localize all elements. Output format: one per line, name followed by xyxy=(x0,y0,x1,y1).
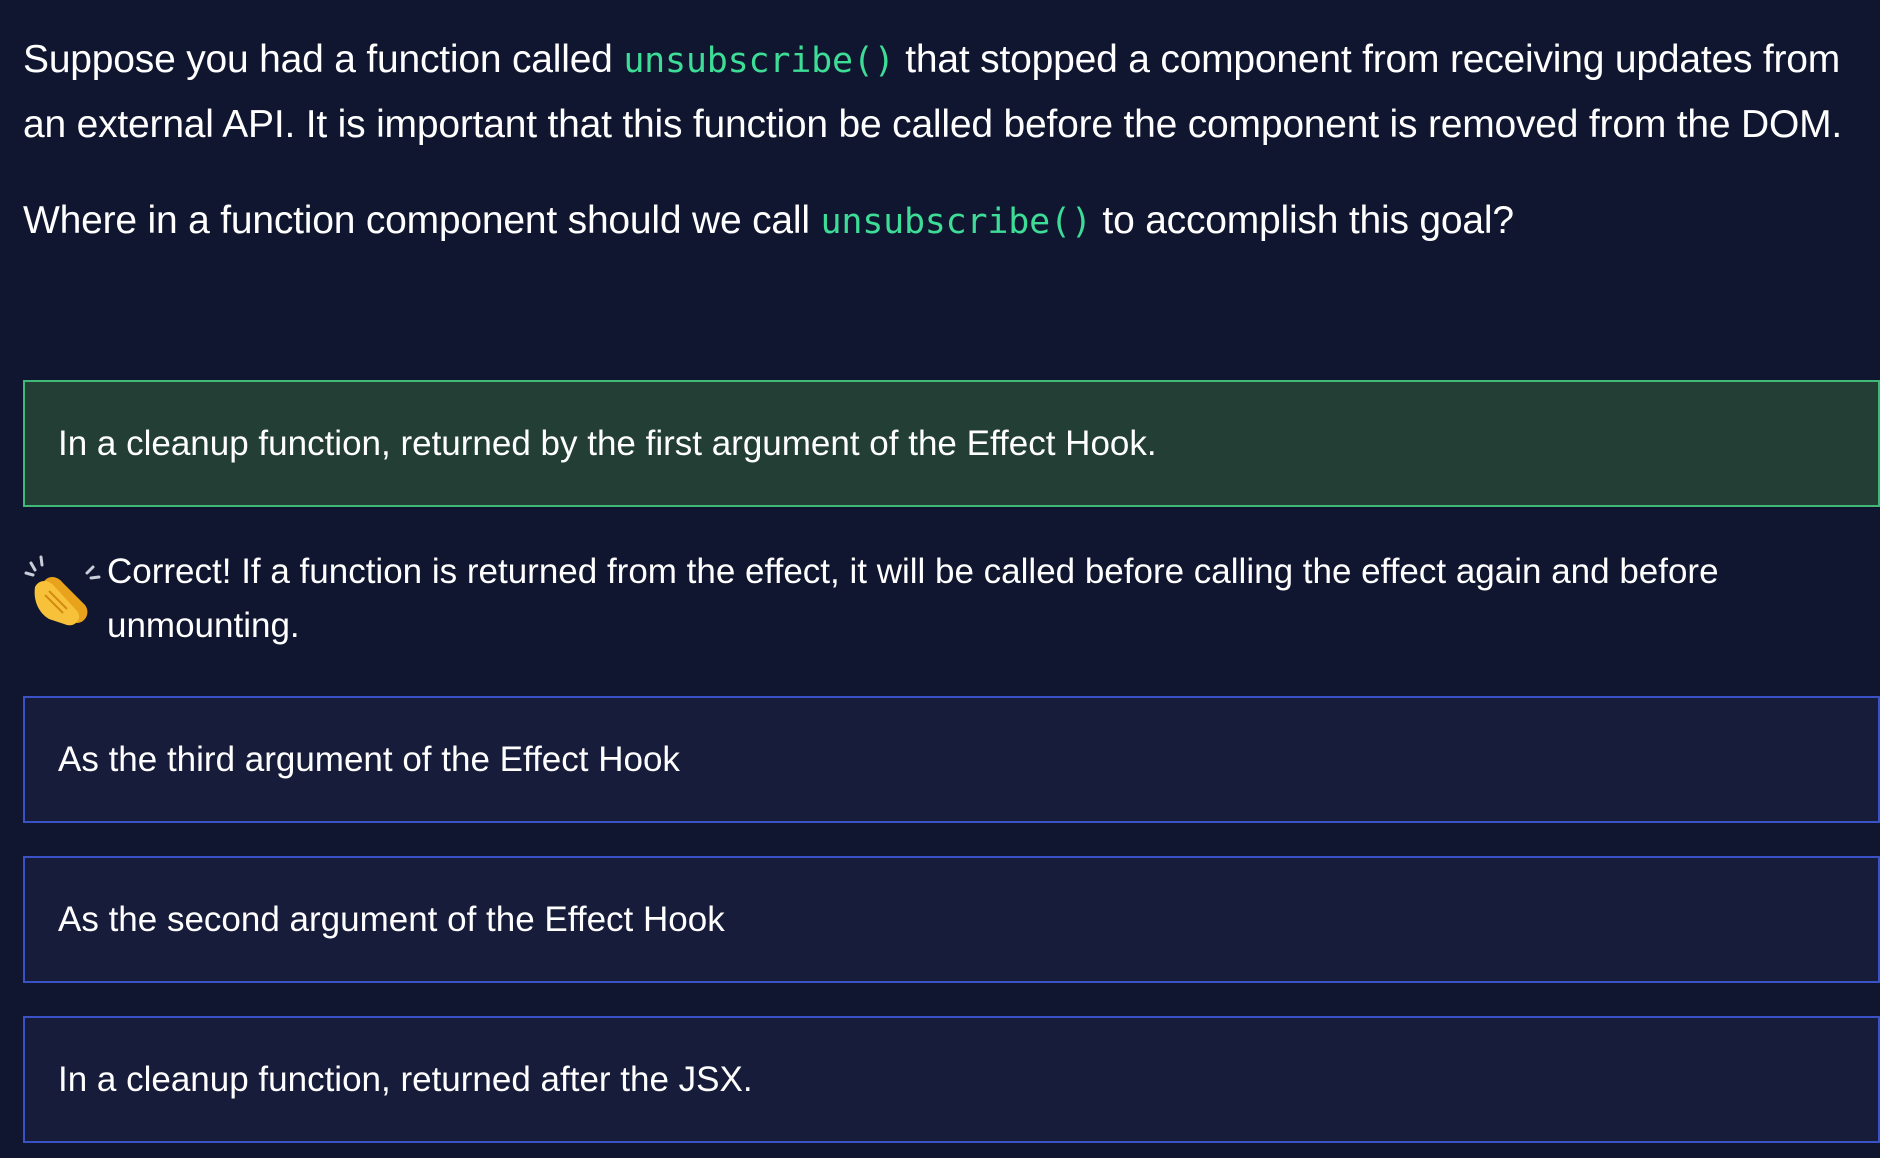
clapping-hands-icon xyxy=(24,555,101,626)
answer-option-label: As the second argument of the Effect Hoo… xyxy=(58,899,725,939)
question-prompt: Suppose you had a function called unsubs… xyxy=(23,28,1863,254)
feedback-text: Correct! If a function is returned from … xyxy=(107,552,1719,645)
answer-option[interactable]: As the second argument of the Effect Hoo… xyxy=(23,856,1880,983)
answer-option-label: In a cleanup function, returned after th… xyxy=(58,1059,753,1099)
question-text: to accomplish this goal? xyxy=(1091,199,1514,242)
question-text: Suppose you had a function called xyxy=(23,38,624,81)
question-paragraph-2: Where in a function component should we … xyxy=(23,189,1863,254)
answer-option[interactable]: As the third argument of the Effect Hook xyxy=(23,696,1880,823)
answer-option-correct[interactable]: In a cleanup function, returned by the f… xyxy=(23,380,1880,507)
inline-code: unsubscribe() xyxy=(623,41,895,81)
question-paragraph-1: Suppose you had a function called unsubs… xyxy=(23,28,1863,157)
inline-code: unsubscribe() xyxy=(820,202,1092,242)
question-text: Where in a function component should we … xyxy=(23,199,821,242)
answer-option-label: In a cleanup function, returned by the f… xyxy=(58,423,1157,463)
feedback-message: Correct! If a function is returned from … xyxy=(23,545,1853,653)
answer-option-label: As the third argument of the Effect Hook xyxy=(58,739,680,779)
answer-option[interactable]: In a cleanup function, returned after th… xyxy=(23,1016,1880,1143)
